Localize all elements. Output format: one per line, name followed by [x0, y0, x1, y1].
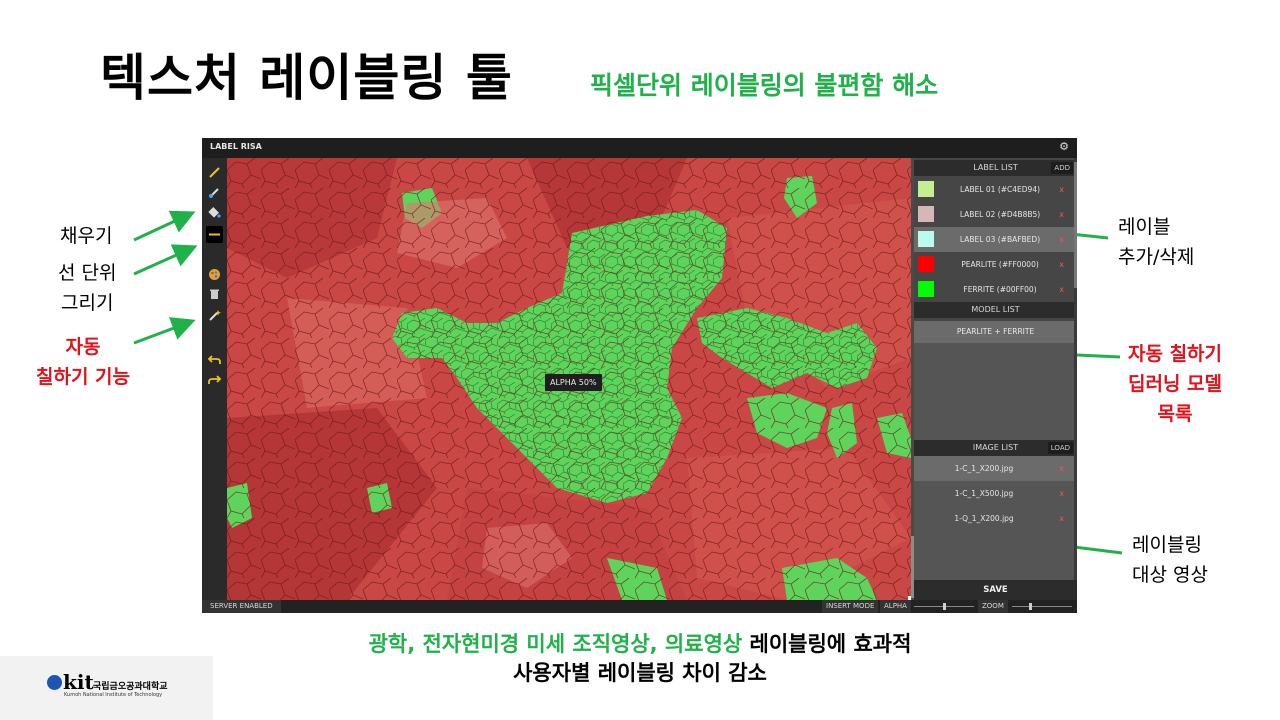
model-list-header: MODEL LIST	[914, 302, 1077, 318]
server-status: SERVER ENABLED	[202, 600, 281, 613]
zoom-slider-knob[interactable]	[1028, 603, 1032, 610]
app-window: LABEL RISA ⚙ ALPHA 50% LABEL LIST ADD LA…	[202, 138, 1077, 613]
caption-black-text: 레이블링에 효과적	[742, 632, 912, 656]
image-item[interactable]: 1-C_1_X500.jpg x	[914, 481, 1077, 506]
app-titlebar: LABEL RISA ⚙	[202, 138, 1077, 158]
redo-icon[interactable]	[206, 371, 223, 388]
delete-label-button[interactable]: x	[1059, 252, 1064, 277]
app-title: LABEL RISA	[210, 142, 262, 151]
annotation-line-draw: 선 단위 그리기	[58, 262, 117, 314]
label-item-selected[interactable]: LABEL 03 (#BAFBED) x	[914, 227, 1077, 252]
tool-palette	[202, 158, 227, 600]
label-color-swatch	[918, 281, 934, 297]
caption-green-text: 광학, 전자현미경 미세 조직영상, 의료영상	[368, 632, 743, 656]
image-canvas[interactable]: ALPHA 50%	[227, 158, 911, 600]
image-item-selected[interactable]: 1-C_1_X200.jpg x	[914, 456, 1077, 481]
caption-line-1: 광학, 전자현미경 미세 조직영상, 의료영상 레이블링에 효과적	[0, 628, 1280, 658]
university-logo: kit 국립금오공과대학교 Kumoh National Institute o…	[0, 656, 213, 720]
delete-label-button[interactable]: x	[1059, 202, 1064, 227]
load-image-button[interactable]: LOAD	[1047, 442, 1073, 454]
image-item-name: 1-C_1_X200.jpg	[954, 464, 1014, 473]
arrow-line-draw	[133, 244, 198, 276]
label-color-swatch	[918, 256, 934, 272]
trash-icon[interactable]	[206, 286, 223, 303]
logo-globe-icon	[47, 675, 62, 690]
delete-label-button[interactable]: x	[1059, 177, 1064, 202]
model-list-title: MODEL LIST	[971, 305, 1020, 314]
annotation-auto-fill: 자동 칠하기 기능	[36, 336, 131, 388]
image-item-name: 1-C_1_X500.jpg	[954, 489, 1014, 498]
gear-icon[interactable]: ⚙	[1058, 141, 1070, 153]
label-item-name: LABEL 01 (#C4ED94)	[959, 185, 1041, 194]
delete-image-button[interactable]: x	[1059, 506, 1064, 531]
image-list-title: IMAGE LIST	[972, 443, 1019, 452]
logo-mark-text: kit	[63, 670, 94, 694]
arrow-auto-fill	[133, 317, 196, 345]
label-item[interactable]: FERRITE (#00FF00) x	[914, 277, 1077, 302]
model-item[interactable]: PEARLITE + FERRITE	[914, 321, 1077, 343]
add-label-button[interactable]: ADD	[1051, 162, 1073, 174]
alpha-slider[interactable]	[914, 603, 974, 610]
annotation-label-add-delete: 레이블 추가/삭제	[1118, 216, 1195, 268]
label-item-name: FERRITE (#00FF00)	[963, 285, 1037, 294]
label-item-name: PEARLITE (#FF0000)	[961, 260, 1039, 269]
fill-bucket-icon[interactable]	[206, 204, 223, 221]
delete-label-button[interactable]: x	[1059, 277, 1064, 302]
logo-korean-name: 국립금오공과대학교	[93, 682, 168, 692]
delete-image-button[interactable]: x	[1059, 481, 1064, 506]
panel-scrollbar-thumb[interactable]	[1074, 162, 1077, 288]
arrow-fill	[133, 210, 196, 242]
label-item[interactable]: PEARLITE (#FF0000) x	[914, 252, 1077, 277]
label-list-title: LABEL LIST	[973, 163, 1018, 172]
magic-wand-icon[interactable]	[206, 307, 223, 324]
annotation-image-list: 레이블링 대상 영상	[1132, 534, 1208, 586]
label-color-swatch	[918, 231, 934, 247]
alpha-tooltip: ALPHA 50%	[545, 374, 602, 391]
status-bar: SERVER ENABLED INSERT MODE ALPHA ZOOM	[202, 600, 1077, 613]
image-item[interactable]: 1-Q_1_X200.jpg x	[914, 506, 1077, 531]
logo-english-name: Kumoh National Institute of Technology	[64, 692, 163, 698]
side-panel: LABEL LIST ADD LABEL 01 (#C4ED94) x LABE…	[914, 158, 1077, 600]
pencil-icon[interactable]	[206, 164, 223, 181]
line-icon[interactable]	[206, 226, 223, 243]
image-list-header: IMAGE LIST LOAD	[914, 440, 1077, 456]
palette-icon[interactable]	[206, 266, 223, 283]
zoom-label: ZOOM	[978, 600, 1008, 613]
slide-title: 텍스처 레이블링 툴	[100, 49, 513, 107]
alpha-label: ALPHA	[880, 600, 911, 613]
label-color-swatch	[918, 206, 934, 222]
label-item[interactable]: LABEL 02 (#D4B8B5) x	[914, 202, 1077, 227]
insert-mode-status: INSERT MODE	[822, 600, 879, 613]
slide-subtitle: 픽셀단위 레이블링의 불편함 해소	[590, 71, 939, 100]
save-button[interactable]: SAVE	[914, 580, 1077, 600]
brush-icon[interactable]	[206, 184, 223, 201]
label-item-name: LABEL 03 (#BAFBED)	[959, 235, 1041, 244]
annotation-model-list: 자동 칠하기 딥러닝 모델 목록	[1128, 343, 1223, 425]
undo-icon[interactable]	[206, 351, 223, 368]
label-item[interactable]: LABEL 01 (#C4ED94) x	[914, 177, 1077, 202]
label-item-name: LABEL 02 (#D4B8B5)	[959, 210, 1041, 219]
delete-label-button[interactable]: x	[1059, 227, 1064, 252]
label-color-swatch	[918, 181, 934, 197]
alpha-slider-knob[interactable]	[942, 603, 946, 610]
annotation-fill: 채우기	[60, 225, 113, 247]
zoom-slider[interactable]	[1012, 603, 1072, 610]
delete-image-button[interactable]: x	[1059, 456, 1064, 481]
image-item-name: 1-Q_1_X200.jpg	[954, 514, 1014, 523]
panel-scrollbar[interactable]	[1074, 158, 1077, 600]
label-list-header: LABEL LIST ADD	[914, 160, 1077, 176]
